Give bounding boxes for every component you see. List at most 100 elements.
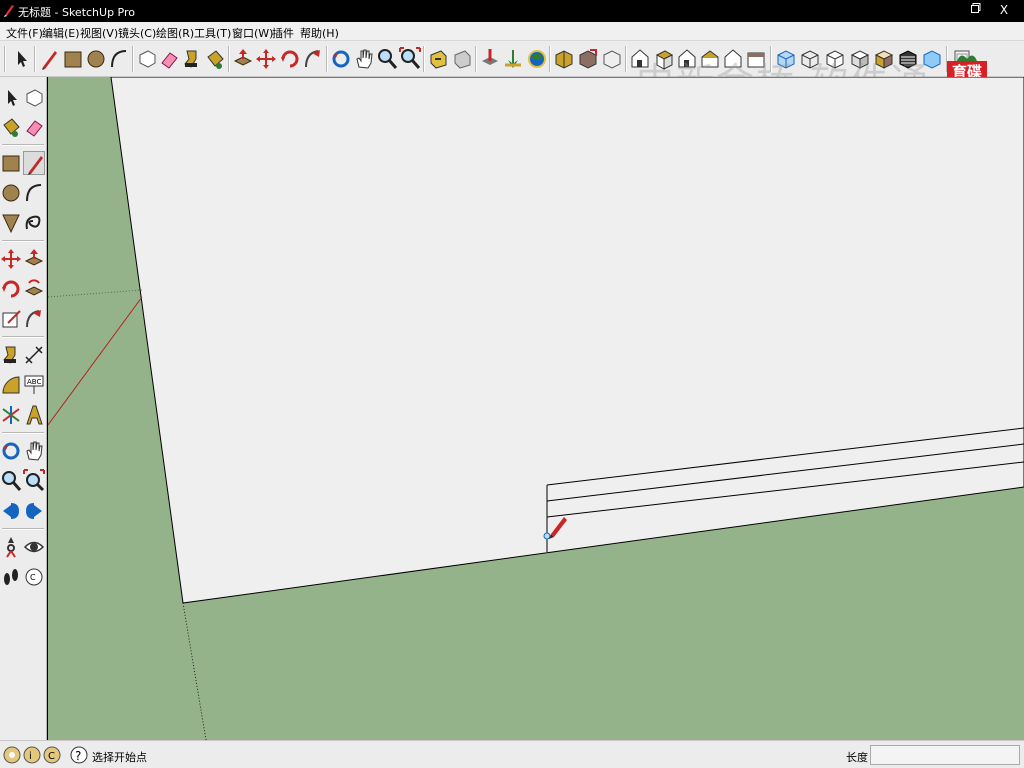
section-plane-display-icon[interactable] [921, 47, 943, 71]
measurements-input[interactable] [870, 745, 1020, 765]
menu-camera[interactable]: 镜头(C) [118, 25, 156, 41]
dimension-icon[interactable] [23, 343, 45, 367]
google-earth-icon[interactable] [526, 47, 548, 71]
move-icon[interactable] [0, 247, 22, 271]
position-camera-icon[interactable] [0, 535, 22, 559]
get-photo-texture-icon[interactable] [577, 47, 599, 71]
left-view-icon[interactable] [745, 47, 767, 71]
paint-bucket-icon[interactable] [204, 47, 226, 71]
geo-location-icon[interactable] [3, 746, 21, 764]
polygon-icon[interactable] [0, 211, 22, 235]
right-view-icon[interactable] [699, 47, 721, 71]
paint-bucket-icon[interactable] [0, 115, 22, 139]
pencil-icon[interactable] [38, 47, 60, 71]
menu-edit[interactable]: 编辑(E) [42, 25, 80, 41]
scale-icon[interactable] [0, 307, 22, 331]
svg-text:C: C [30, 573, 36, 582]
toolbar-separator [132, 46, 134, 72]
toolbar-separator [228, 46, 230, 72]
eraser-icon[interactable] [158, 47, 180, 71]
toolbar-separator [2, 144, 44, 146]
orbit-icon[interactable] [330, 47, 352, 71]
axes-icon[interactable] [0, 403, 22, 427]
main-toolbar: 中新金桥 软件通 育碟 软件 [0, 41, 1024, 104]
previous-view-icon[interactable] [427, 47, 449, 71]
top-view-icon[interactable] [653, 47, 675, 71]
monochrome-icon[interactable] [897, 47, 919, 71]
menu-view[interactable]: 视图(V) [80, 25, 118, 41]
model-viewport [48, 77, 1024, 740]
svg-text:i: i [29, 751, 32, 762]
place-model-icon[interactable] [479, 47, 501, 71]
menu-file[interactable]: 文件(F) [6, 25, 43, 41]
menu-draw[interactable]: 绘图(R) [156, 25, 194, 41]
shaded-icon[interactable] [849, 47, 871, 71]
restore-button[interactable] [968, 2, 984, 18]
eraser-icon[interactable] [23, 115, 45, 139]
tape-measure-icon[interactable] [181, 47, 203, 71]
make-component-icon[interactable] [136, 47, 158, 71]
iso-view-icon[interactable] [629, 47, 651, 71]
back-view-icon[interactable] [722, 47, 744, 71]
select-icon[interactable] [0, 86, 22, 110]
menu-tools[interactable]: 工具(T) [194, 25, 231, 41]
previous-view-icon[interactable] [0, 499, 22, 523]
copyright-icon[interactable]: C [43, 746, 61, 764]
next-view-icon[interactable] [23, 499, 45, 523]
menu-plugins[interactable]: 插件 [272, 25, 294, 41]
follow-me-icon[interactable] [23, 277, 45, 301]
walk-icon[interactable] [0, 565, 22, 589]
section-plane-icon[interactable] [601, 47, 623, 71]
freehand-icon[interactable] [23, 211, 45, 235]
rectangle-icon[interactable] [0, 151, 22, 175]
shaded-textures-icon[interactable] [873, 47, 895, 71]
rectangle-icon[interactable] [62, 47, 84, 71]
zoom-icon[interactable] [376, 47, 398, 71]
move-icon[interactable] [255, 47, 277, 71]
select-icon[interactable] [10, 47, 32, 71]
menu-window[interactable]: 窗口(W) [232, 25, 273, 41]
pencil-icon[interactable] [23, 151, 45, 175]
credits-icon[interactable]: i [23, 746, 41, 764]
close-button[interactable]: X [996, 2, 1012, 18]
toolbar-separator [423, 46, 425, 72]
protractor-icon[interactable] [0, 373, 22, 397]
arc-icon[interactable] [23, 181, 45, 205]
3d-text-icon[interactable] [23, 403, 45, 427]
get-models-icon[interactable] [502, 47, 524, 71]
rotate-icon[interactable] [279, 47, 301, 71]
help-icon[interactable]: ? [70, 746, 88, 764]
hidden-line-icon[interactable] [824, 47, 846, 71]
orbit-icon[interactable] [0, 439, 22, 463]
look-around-icon[interactable] [23, 535, 45, 559]
green-axis-dotted [48, 289, 143, 298]
offset-icon[interactable] [23, 307, 45, 331]
zoom-extents-icon[interactable] [23, 469, 45, 493]
tape-measure-icon[interactable] [0, 343, 22, 367]
leaf-icon [957, 55, 977, 61]
share-model-icon[interactable] [553, 47, 575, 71]
menu-help[interactable]: 帮助(H) [300, 25, 339, 41]
text-icon[interactable]: ABC [23, 373, 45, 397]
push-pull-icon[interactable] [232, 47, 254, 71]
arc-icon[interactable] [108, 47, 130, 71]
follow-me-icon[interactable] [302, 47, 324, 71]
next-view-icon[interactable] [451, 47, 473, 71]
section-plane-icon[interactable]: C [23, 565, 45, 589]
make-component-icon[interactable] [23, 86, 45, 110]
front-view-icon[interactable] [676, 47, 698, 71]
drawing-canvas[interactable] [48, 77, 1024, 740]
circle-icon[interactable] [85, 47, 107, 71]
circle-icon[interactable] [0, 181, 22, 205]
zoom-icon[interactable] [0, 469, 22, 493]
toolbar-separator [4, 46, 6, 72]
zoom-extents-icon[interactable] [399, 47, 421, 71]
wireframe-icon[interactable] [799, 47, 821, 71]
pan-icon[interactable] [353, 47, 375, 71]
push-pull-icon[interactable] [23, 247, 45, 271]
rotate-icon[interactable] [0, 277, 22, 301]
pan-icon[interactable] [23, 439, 45, 463]
white-face [110, 77, 1024, 604]
xray-icon[interactable] [775, 47, 797, 71]
svg-text:ABC: ABC [27, 378, 41, 386]
